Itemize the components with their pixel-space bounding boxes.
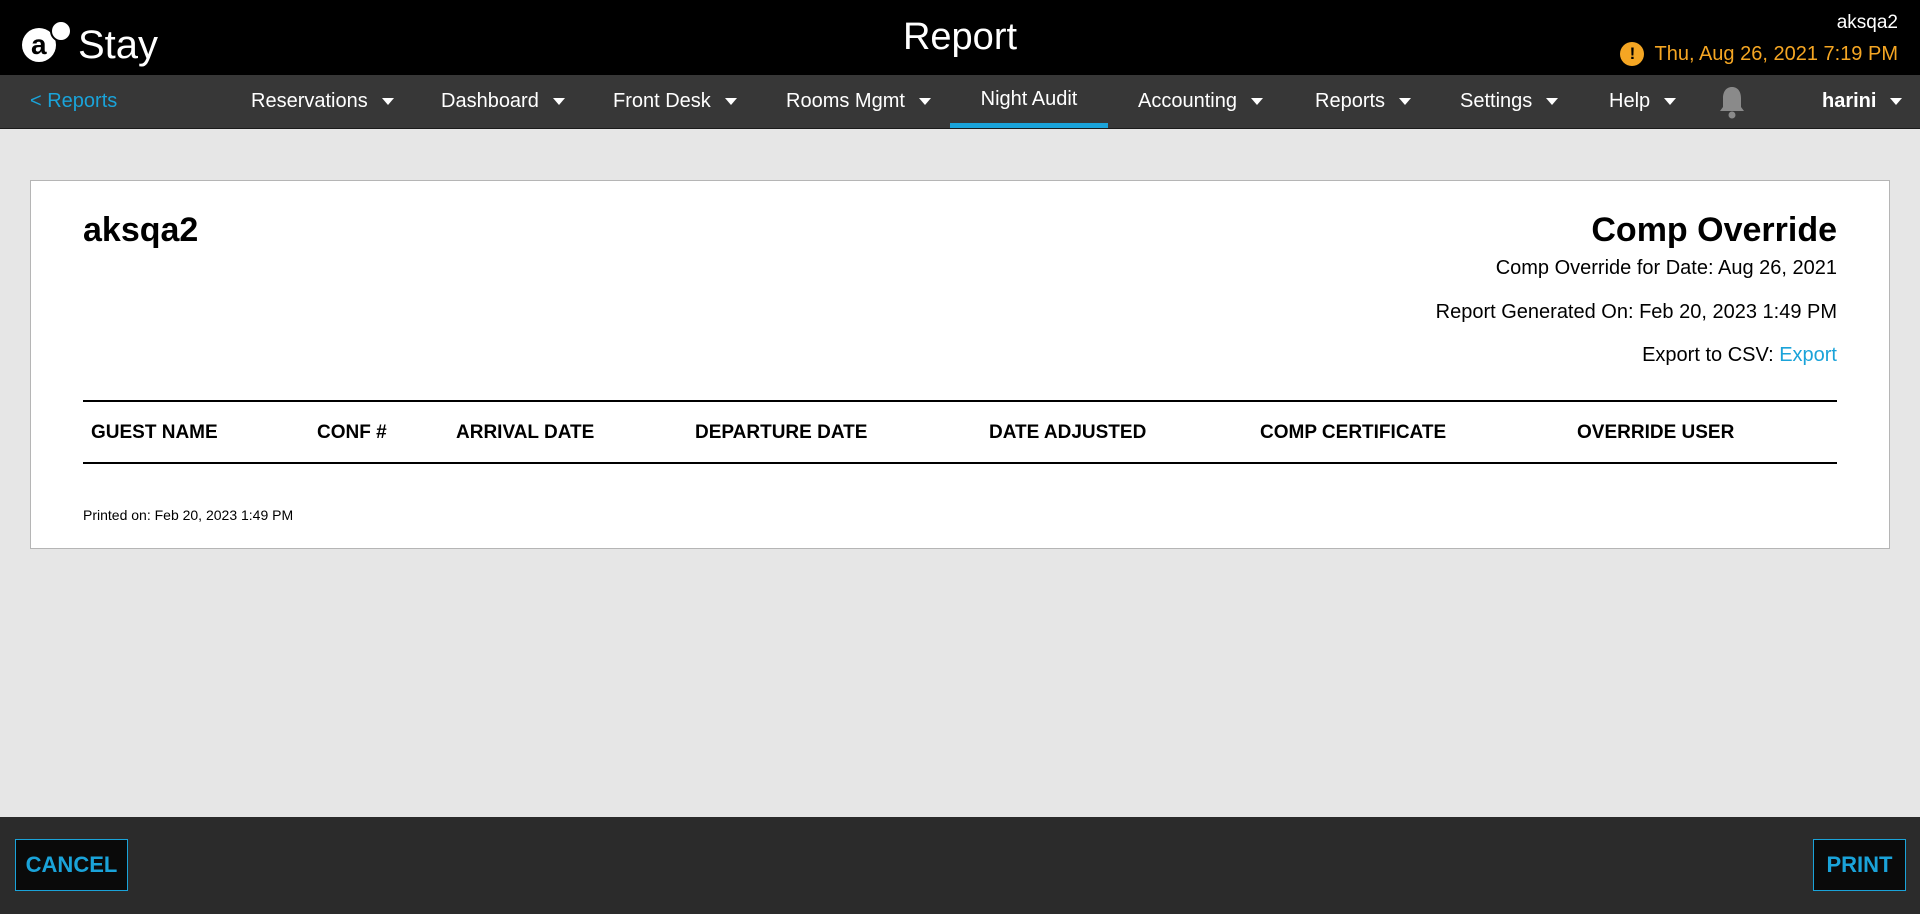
nav-dashboard[interactable]: Dashboard: [441, 75, 565, 128]
nav-rooms-mgmt[interactable]: Rooms Mgmt: [786, 75, 931, 128]
nav-reports[interactable]: Reports: [1315, 75, 1412, 128]
nav-label: Front Desk: [613, 90, 711, 112]
column-header-date-adjusted[interactable]: DATE ADJUSTED: [989, 422, 1146, 444]
property-name: aksqa2: [1836, 12, 1898, 33]
nav-label: Reports: [1315, 90, 1386, 112]
report-table-header: GUEST NAME CONF # ARRIVAL DATE DEPARTURE…: [83, 400, 1837, 464]
user-name: harini: [1822, 90, 1877, 112]
printed-on-text: Printed on: Feb 20, 2023 1:49 PM: [83, 507, 294, 523]
column-header-guest-name[interactable]: GUEST NAME: [91, 422, 218, 444]
chevron-down-icon: [1250, 98, 1263, 105]
export-csv-link[interactable]: Export: [1779, 344, 1837, 366]
chevron-down-icon: [1399, 98, 1412, 105]
nav-label: Rooms Mgmt: [786, 90, 905, 112]
nav-help[interactable]: Help: [1609, 75, 1677, 128]
column-header-arrival-date[interactable]: ARRIVAL DATE: [456, 422, 594, 444]
chevron-down-icon: [552, 98, 565, 105]
report-generated-line: Report Generated On: Feb 20, 2023 1:49 P…: [1435, 301, 1837, 323]
nav-label: Accounting: [1138, 90, 1237, 112]
nav-reservations[interactable]: Reservations: [251, 75, 394, 128]
business-date-text: Thu, Aug 26, 2021 7:19 PM: [1654, 42, 1898, 65]
top-right-info: aksqa2 ! Thu, Aug 26, 2021 7:19 PM: [1620, 12, 1898, 66]
nav-label: Dashboard: [441, 90, 539, 112]
business-date[interactable]: ! Thu, Aug 26, 2021 7:19 PM: [1620, 42, 1898, 66]
notification-bell-icon[interactable]: [1718, 85, 1746, 119]
chevron-down-icon: [1664, 98, 1677, 105]
column-header-conf[interactable]: CONF #: [317, 422, 387, 444]
top-bar: a Stay Report aksqa2 ! Thu, Aug 26, 2021…: [0, 0, 1920, 75]
nav-accounting[interactable]: Accounting: [1138, 75, 1263, 128]
nav-settings[interactable]: Settings: [1460, 75, 1559, 128]
chevron-down-icon: [1890, 98, 1903, 105]
cancel-button[interactable]: CANCEL: [15, 839, 128, 891]
nav-label: Settings: [1460, 90, 1533, 112]
export-csv-label: Export to CSV:: [1642, 344, 1780, 366]
column-header-comp-certificate[interactable]: COMP CERTIFICATE: [1260, 422, 1446, 444]
column-header-departure-date[interactable]: DEPARTURE DATE: [695, 422, 867, 444]
nav-label: Night Audit: [980, 87, 1078, 110]
back-to-reports-link[interactable]: < Reports: [30, 90, 117, 113]
print-button[interactable]: PRINT: [1813, 839, 1906, 891]
chevron-down-icon: [918, 98, 931, 105]
chevron-down-icon: [1546, 98, 1559, 105]
chevron-down-icon: [724, 98, 737, 105]
nav-front-desk[interactable]: Front Desk: [613, 75, 737, 128]
nav-label: Help: [1609, 90, 1651, 112]
report-title: Comp Override: [1591, 211, 1837, 249]
nav-bar: < Reports Reservations Dashboard Front D…: [0, 75, 1920, 129]
user-menu[interactable]: harini: [1822, 75, 1903, 128]
column-header-override-user[interactable]: OVERRIDE USER: [1577, 422, 1734, 444]
warning-icon: !: [1620, 42, 1645, 66]
footer-bar: CANCEL PRINT: [0, 817, 1920, 914]
export-csv-line: Export to CSV: Export: [1642, 344, 1837, 367]
report-date-line: Comp Override for Date: Aug 26, 2021: [1495, 257, 1837, 279]
nav-night-audit[interactable]: Night Audit: [950, 75, 1108, 128]
nav-label: Reservations: [251, 90, 368, 112]
chevron-down-icon: [381, 98, 394, 105]
report-panel: aksqa2 Comp Override Comp Override for D…: [30, 180, 1890, 549]
report-property-name: aksqa2: [83, 211, 199, 249]
